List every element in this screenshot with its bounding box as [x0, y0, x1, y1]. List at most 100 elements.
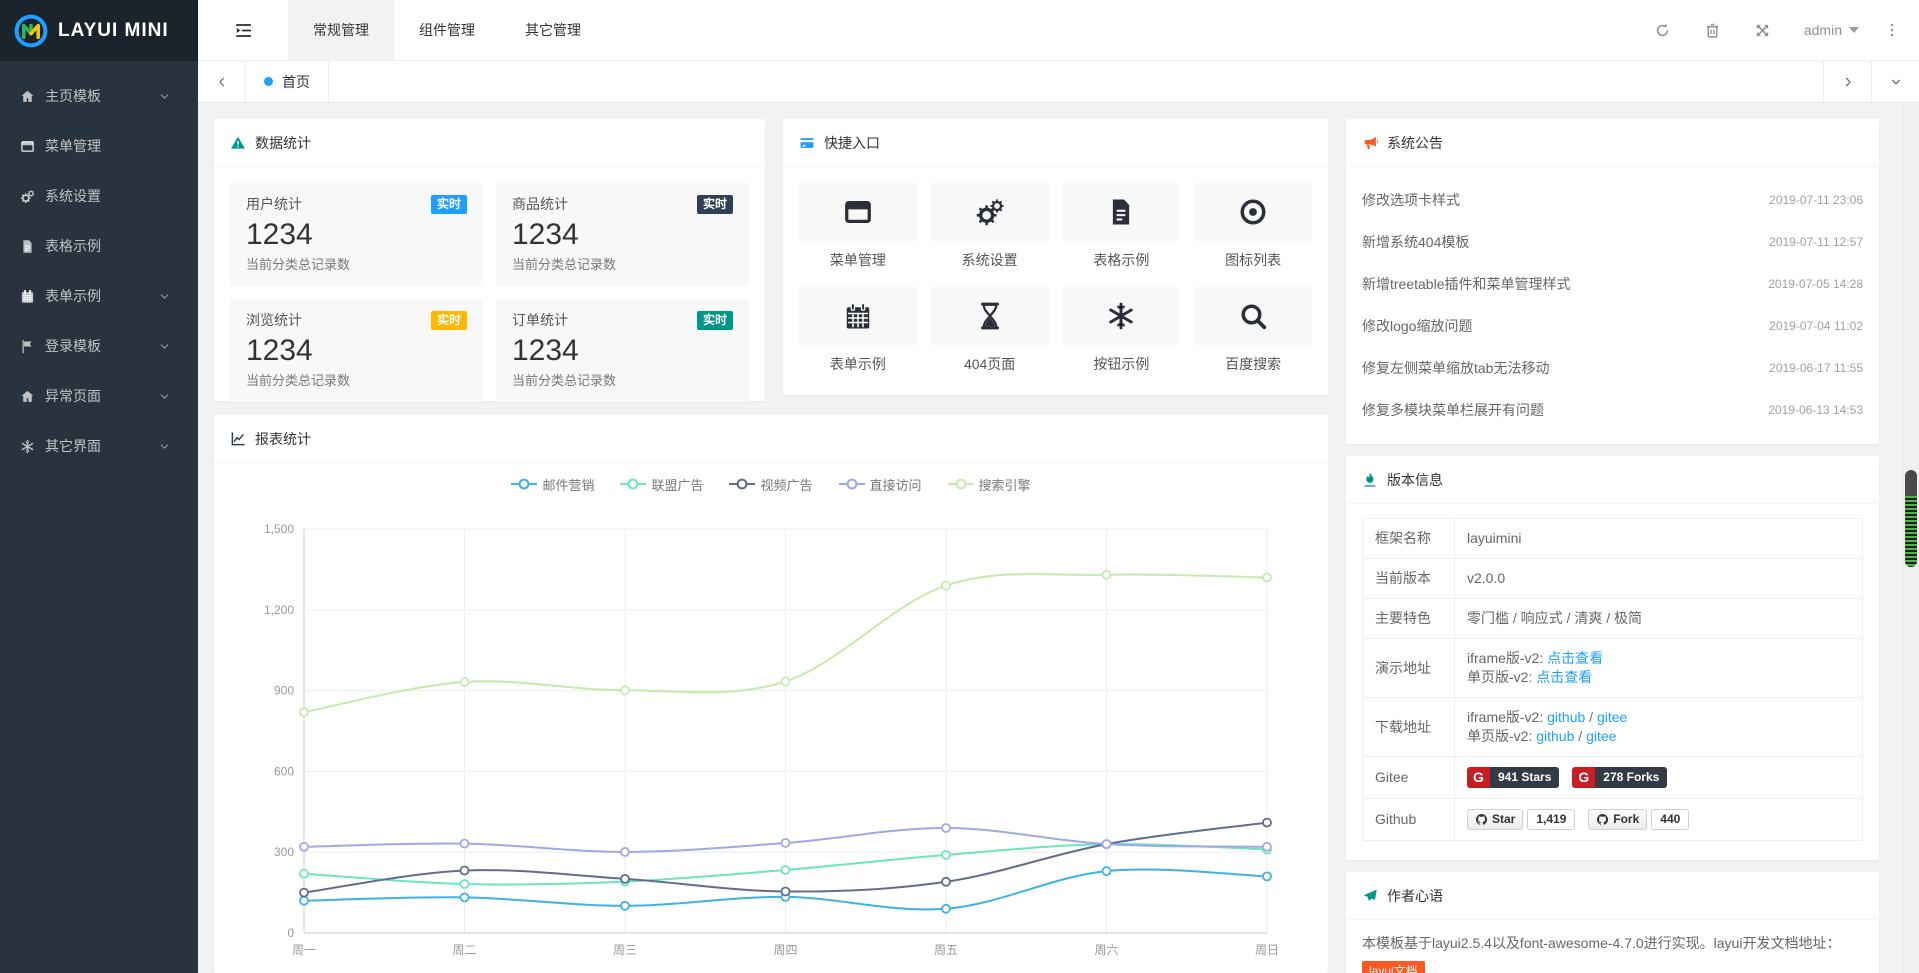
- sidebar-menu: 主页模板 菜单管理 系统设置 表格示例 表单示例 登录模板 异常页面 其它界面: [0, 61, 198, 471]
- more-options-icon[interactable]: [1875, 22, 1909, 38]
- tab-scroll-right-icon[interactable]: [1823, 61, 1871, 102]
- github-fork-button[interactable]: Fork: [1588, 809, 1647, 830]
- panel-data-stats: 数据统计 用户统计 实时 1234 当前分类总记录数 商品统计 实时 1234 …: [214, 119, 765, 401]
- version-link[interactable]: github: [1547, 709, 1585, 725]
- panel-quick-entry-title: 快捷入口: [824, 133, 880, 153]
- user-dropdown[interactable]: admin: [1788, 22, 1875, 38]
- version-link[interactable]: gitee: [1597, 709, 1627, 725]
- layui-doc-badge[interactable]: layui文档: [1362, 961, 1425, 973]
- tab-options-icon[interactable]: [1871, 61, 1919, 102]
- legend-item-0[interactable]: 邮件营销: [511, 475, 594, 494]
- github-fork-count[interactable]: 440: [1651, 809, 1689, 830]
- gears-icon: [19, 189, 35, 204]
- legend-label: 联盟广告: [651, 475, 703, 494]
- refresh-button[interactable]: [1638, 22, 1688, 39]
- quick-link-2[interactable]: 表格示例: [1063, 183, 1181, 270]
- version-table-wrap: 框架名称 layuimini 当前版本 v2.0.0 主要特色 零门槛 / 响应…: [1346, 504, 1879, 855]
- version-link[interactable]: github: [1536, 728, 1574, 744]
- stat-card-value: 1234: [512, 334, 733, 368]
- legend-item-4[interactable]: 搜索引擎: [948, 475, 1031, 494]
- sidebar-item-4[interactable]: 表单示例: [0, 271, 198, 321]
- github-icon: [1475, 813, 1488, 826]
- fire-icon: [1362, 472, 1378, 488]
- quick-link-label: 图标列表: [1194, 250, 1312, 270]
- page-scrollbar-track[interactable]: [1902, 104, 1919, 973]
- gitee-badge[interactable]: G 941 Stars: [1467, 767, 1559, 788]
- version-link[interactable]: gitee: [1586, 728, 1616, 744]
- panel-report-header: 报表统计: [214, 415, 1328, 463]
- sidebar-item-2[interactable]: 系统设置: [0, 171, 198, 221]
- github-star-button[interactable]: Star: [1467, 809, 1523, 830]
- header-nav-0[interactable]: 常规管理: [288, 0, 394, 60]
- flag-icon: [19, 339, 35, 354]
- svg-text:周四: 周四: [773, 943, 797, 957]
- author-words-body: 本模板基于layui2.5.4以及font-awesome-4.7.0进行实现。…: [1346, 920, 1879, 973]
- svg-text:周一: 周一: [292, 943, 316, 957]
- legend-item-2[interactable]: 视频广告: [729, 475, 812, 494]
- sidebar-item-label: 主页模板: [45, 86, 156, 106]
- quick-link-0[interactable]: 菜单管理: [799, 183, 917, 270]
- panel-announcements-header: 系统公告: [1346, 119, 1879, 167]
- announcement-row-1: 新增系统404模板 2019-07-11 12:57: [1362, 221, 1863, 263]
- legend-item-1[interactable]: 联盟广告: [620, 475, 703, 494]
- page-scrollbar-thumb[interactable]: [1905, 470, 1917, 567]
- stat-card-2: 浏览统计 实时 1234 当前分类总记录数: [230, 299, 483, 402]
- fullscreen-button[interactable]: [1738, 22, 1788, 39]
- version-link[interactable]: 点击查看: [1536, 669, 1592, 685]
- svg-text:0: 0: [287, 926, 294, 940]
- panel-report: 报表统计 邮件营销 联盟广告 视频广告 直接访问 搜索引擎 0300600900…: [214, 415, 1328, 973]
- hourglass-icon: [975, 301, 1005, 331]
- warning-icon: [230, 135, 246, 151]
- quick-link-3[interactable]: 图标列表: [1194, 183, 1312, 270]
- quick-link-4[interactable]: 表单示例: [799, 287, 917, 374]
- file-icon: [19, 239, 35, 254]
- svg-text:周五: 周五: [934, 943, 958, 957]
- panel-quick-entry-header: 快捷入口: [783, 119, 1328, 167]
- version-row-2: 主要特色 零门槛 / 响应式 / 清爽 / 极简: [1363, 599, 1863, 639]
- app-logo-text: LAYUI MINI: [58, 20, 169, 42]
- version-table: 框架名称 layuimini 当前版本 v2.0.0 主要特色 零门槛 / 响应…: [1362, 518, 1863, 841]
- svg-text:周二: 周二: [452, 943, 476, 957]
- quick-link-1[interactable]: 系统设置: [931, 183, 1049, 270]
- github-star-count[interactable]: 1,419: [1527, 809, 1575, 830]
- report-body: 邮件营销 联盟广告 视频广告 直接访问 搜索引擎 03006009001,200…: [214, 463, 1328, 970]
- gitee-badge[interactable]: G 278 Forks: [1572, 767, 1667, 788]
- sidebar-item-label: 菜单管理: [45, 136, 182, 156]
- menu-collapse-icon[interactable]: [198, 0, 288, 60]
- header-nav-2[interactable]: 其它管理: [500, 0, 606, 60]
- stat-card-caption: 当前分类总记录数: [512, 370, 733, 389]
- announcement-date: 2019-07-11 23:06: [1769, 193, 1863, 207]
- tab-scroll-left-icon[interactable]: [198, 61, 246, 102]
- sidebar-item-3[interactable]: 表格示例: [0, 221, 198, 271]
- sidebar-item-6[interactable]: 异常页面: [0, 371, 198, 421]
- sidebar-item-0[interactable]: 主页模板: [0, 71, 198, 121]
- version-link[interactable]: 点击查看: [1547, 650, 1603, 666]
- legend-item-3[interactable]: 直接访问: [839, 475, 922, 494]
- tab-home[interactable]: 首页: [246, 61, 329, 102]
- quick-link-7[interactable]: 百度搜索: [1194, 287, 1312, 374]
- version-row-4: 下载地址 iframe版-v2: github / gitee单页版-v2: g…: [1363, 698, 1863, 757]
- version-label: Gitee: [1363, 757, 1455, 799]
- sidebar-item-5[interactable]: 登录模板: [0, 321, 198, 371]
- clear-cache-button[interactable]: [1688, 22, 1738, 39]
- version-row-6: Github Star1,419 Fork440: [1363, 799, 1863, 841]
- chart-legend: 邮件营销 联盟广告 视频广告 直接访问 搜索引擎: [230, 471, 1312, 497]
- chevron-down-icon: [156, 390, 172, 403]
- stat-card-title: 订单统计: [512, 310, 568, 330]
- stat-card-title: 商品统计: [512, 194, 568, 214]
- announcement-title: 修复左侧菜单缩放tab无法移动: [1362, 358, 1549, 378]
- announcement-date: 2019-07-11 12:57: [1769, 235, 1863, 249]
- legend-label: 视频广告: [760, 475, 812, 494]
- bullhorn-icon: [1362, 135, 1378, 151]
- chevron-down-icon: [156, 440, 172, 453]
- gears-icon: [975, 197, 1005, 227]
- sidebar-item-7[interactable]: 其它界面: [0, 421, 198, 471]
- header-nav-1[interactable]: 组件管理: [394, 0, 500, 60]
- quick-link-6[interactable]: 按钮示例: [1063, 287, 1181, 374]
- svg-text:300: 300: [274, 845, 294, 859]
- sidebar-item-1[interactable]: 菜单管理: [0, 121, 198, 171]
- quick-link-5[interactable]: 404页面: [931, 287, 1049, 374]
- quick-link-label: 系统设置: [931, 250, 1049, 270]
- version-label: 当前版本: [1363, 559, 1455, 599]
- header-actions: admin: [1638, 0, 1919, 60]
